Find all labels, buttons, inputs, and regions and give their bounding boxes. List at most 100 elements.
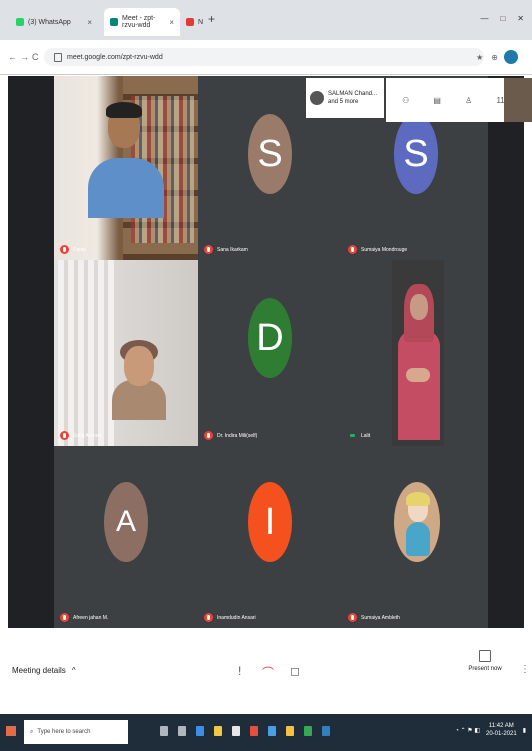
participant-label: Afreen jahan M. xyxy=(60,613,108,622)
photo-body xyxy=(406,522,430,556)
presenter-line2: and 5 more xyxy=(328,99,359,105)
minimize-button[interactable]: — xyxy=(480,14,488,23)
maximize-button[interactable]: □ xyxy=(500,14,505,23)
participant-head xyxy=(410,294,428,320)
mail-icon[interactable] xyxy=(268,726,276,736)
address-bar: ← → C meet.google.com/zpt-rzvu-wdd ★ ⊕ xyxy=(0,40,532,75)
avatar-initial: S xyxy=(403,132,429,175)
present-now-button[interactable]: Present now xyxy=(462,650,508,672)
participant-label: Sofia Ahmed xyxy=(60,431,101,440)
tab-other[interactable]: N xyxy=(180,8,204,36)
self-view-thumbnail[interactable] xyxy=(504,78,532,122)
participant-name: Sumaiya Ambleth xyxy=(361,614,400,621)
participant-name: Sofia Ahmed xyxy=(73,432,102,439)
avatar-circle: I xyxy=(248,482,292,562)
lock-icon[interactable]: ♙ xyxy=(465,96,472,105)
forward-button[interactable]: → xyxy=(20,52,29,62)
participant-label: Sana Ikarkam xyxy=(204,245,248,254)
mic-muted-icon xyxy=(348,245,357,254)
participant-label: Sumaiya Ambleth xyxy=(348,613,400,622)
mic-button[interactable]: ! xyxy=(238,664,241,678)
participant-name: Afreen jahan M. xyxy=(73,614,109,621)
chrome-icon[interactable] xyxy=(304,726,312,736)
more-options-icon[interactable]: ⋮ xyxy=(520,664,530,675)
tray-icons[interactable]: ◔ ⌃ ⚑ ◧ xyxy=(455,727,480,734)
meeting-details-button[interactable]: Meeting details ^ xyxy=(12,666,76,675)
end-call-button[interactable]: ⌒ xyxy=(262,664,274,681)
edge-icon[interactable] xyxy=(196,726,204,736)
avatar-circle: S xyxy=(394,114,438,194)
extension-icon[interactable]: ⊕ xyxy=(491,53,498,62)
meet-grid: Paras S Sana Ikarkam S Sumaiya Mondrouge… xyxy=(8,76,524,628)
camera-button[interactable]: ◻ xyxy=(290,664,300,678)
avatar-circle: A xyxy=(104,482,148,562)
url-field[interactable]: meet.google.com/zpt-rzvu-wdd xyxy=(44,48,484,66)
back-button[interactable]: ← xyxy=(8,52,17,62)
system-tray: ◔ ⌃ ⚑ ◧ 11:42 AM 20-01-2021 ▮ xyxy=(455,722,526,738)
photos-icon[interactable] xyxy=(286,726,294,736)
participant-label: Paras xyxy=(60,245,86,254)
close-window-button[interactable]: ✕ xyxy=(517,14,524,23)
store-icon[interactable] xyxy=(232,726,240,736)
tab-label: N xyxy=(198,18,204,26)
participant-tile-avatar[interactable]: I Inamdudin Ansari xyxy=(198,446,342,628)
tab-whatsapp[interactable]: (3) WhatsApp × xyxy=(10,8,98,36)
presenting-chip[interactable]: SALMAN Chand... and 5 more xyxy=(306,78,384,118)
chat-icon[interactable]: ▤ xyxy=(433,96,441,105)
participant-name: Sana Ikarkam xyxy=(217,246,248,253)
profile-avatar[interactable] xyxy=(504,50,518,64)
reload-button[interactable]: C xyxy=(32,52,39,62)
participant-tile-video[interactable]: Paras xyxy=(54,76,198,260)
gmail-icon xyxy=(186,18,194,26)
participant-body xyxy=(112,380,166,420)
participant-tile-avatar[interactable]: A Afreen jahan M. xyxy=(54,446,198,628)
people-icon[interactable]: ⚇ xyxy=(402,96,409,105)
participant-hair xyxy=(106,102,142,118)
avatar-initial: A xyxy=(115,505,136,538)
present-icon xyxy=(479,650,491,662)
curtain xyxy=(58,260,118,446)
notification-icon[interactable]: ▮ xyxy=(523,727,526,734)
mic-active-icon xyxy=(348,431,357,440)
search-icon: ⌕ xyxy=(30,728,34,735)
address-icons: ★ ⊕ xyxy=(476,53,498,62)
tab-label: Meet - zpt-rzvu-wdd xyxy=(122,15,156,29)
close-icon[interactable]: × xyxy=(87,18,92,27)
participant-tile-photo[interactable]: Sumaiya Ambleth xyxy=(342,446,488,628)
presenting-text: SALMAN Chand... and 5 more xyxy=(328,90,377,106)
participant-hands xyxy=(406,368,430,382)
mic-muted-icon xyxy=(60,431,69,440)
taskbar-search[interactable]: ⌕ Type here to search xyxy=(24,720,128,744)
clock-time: 11:42 AM xyxy=(488,723,514,729)
participant-body xyxy=(398,330,440,440)
participant-tile-video[interactable]: Lalit xyxy=(342,260,488,446)
tab-meet[interactable]: Meet - zpt-rzvu-wdd × xyxy=(104,8,180,36)
participant-label: Lalit xyxy=(348,431,370,440)
word-icon[interactable] xyxy=(322,726,330,736)
app-icon[interactable] xyxy=(250,726,258,736)
participant-tile-video[interactable]: Sofia Ahmed xyxy=(54,260,198,446)
close-icon[interactable]: × xyxy=(169,18,174,27)
mic-muted-icon xyxy=(204,245,213,254)
start-button[interactable] xyxy=(6,726,16,736)
mic-muted-icon xyxy=(348,613,357,622)
url-text: meet.google.com/zpt-rzvu-wdd xyxy=(67,53,163,61)
star-icon[interactable]: ★ xyxy=(476,53,483,62)
widget-icon[interactable] xyxy=(178,726,186,736)
presenter-line1: SALMAN Chand... xyxy=(328,91,378,97)
participant-label: Sumaiya Mondrouge xyxy=(348,245,407,254)
participant-name: Dr. Indira Mili(self) xyxy=(217,432,258,439)
clock[interactable]: 11:42 AM 20-01-2021 xyxy=(486,722,517,738)
participant-body xyxy=(88,158,164,218)
avatar-photo xyxy=(394,482,440,562)
window-controls: — □ ✕ xyxy=(480,14,524,23)
chevron-up-icon: ^ xyxy=(71,666,76,675)
participant-tile-avatar[interactable]: D Dr. Indira Mili(self) xyxy=(198,260,342,446)
folder-icon[interactable] xyxy=(214,726,222,736)
whatsapp-icon xyxy=(16,18,24,26)
mic-muted-icon xyxy=(204,613,213,622)
new-tab-button[interactable]: + xyxy=(208,12,215,26)
task-view-icon[interactable] xyxy=(160,726,168,736)
mic-muted-icon xyxy=(60,245,69,254)
photo-hair xyxy=(406,492,430,506)
